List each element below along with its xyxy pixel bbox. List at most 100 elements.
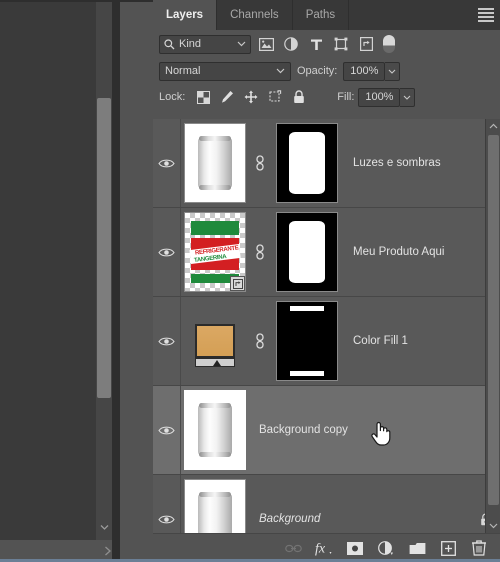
filter-enable-toggle[interactable] — [383, 35, 395, 53]
fill-label: Fill: — [337, 91, 355, 103]
table-row[interactable]: Luzes e sombras — [153, 119, 500, 208]
filter-kind-dropdown[interactable]: Kind — [159, 34, 251, 54]
opacity-input[interactable]: 100% — [343, 61, 386, 81]
scrollbar-thumb[interactable] — [488, 135, 499, 505]
tab-layers[interactable]: Layers — [153, 0, 218, 30]
table-row[interactable]: REFRIGERANTE TANGERINA Meu Produto Aqui — [153, 208, 500, 297]
scroll-up-arrow-icon[interactable] — [486, 119, 500, 133]
blend-mode-value: Normal — [165, 65, 201, 77]
photoshop-layers-panel-screen: Layers Channels Paths Kind Normal Opacit… — [0, 0, 500, 562]
table-row[interactable]: Background — [153, 475, 500, 533]
canvas-scrollbar-thumb[interactable] — [97, 98, 111, 398]
fill-stepper-chevron-icon[interactable] — [400, 87, 416, 107]
thumbnail-selection-corner — [184, 460, 194, 470]
panel-divider — [112, 0, 120, 562]
adjustment-layer-filter-icon[interactable] — [281, 34, 301, 54]
layer-name[interactable]: Background — [249, 513, 470, 525]
panel-tab-bar: Layers Channels Paths — [153, 0, 500, 30]
search-icon — [164, 38, 175, 50]
layers-panel-bottom-toolbar: fx — [153, 533, 500, 562]
lock-label: Lock: — [159, 91, 186, 103]
pixel-layer-filter-icon[interactable] — [256, 34, 276, 54]
layer-name[interactable]: Color Fill 1 — [343, 335, 500, 347]
layer-visibility-eye-icon[interactable] — [153, 386, 181, 474]
table-row[interactable]: Color Fill 1 — [153, 297, 500, 386]
gradient-slider — [195, 358, 235, 367]
filter-kind-label: Kind — [179, 38, 202, 50]
layer-mask-cell — [271, 301, 343, 381]
layer-thumbnail-cell — [181, 123, 249, 203]
layer-thumbnail[interactable] — [184, 479, 246, 533]
layer-filter-row: Kind — [153, 30, 500, 58]
layer-mask-thumbnail[interactable] — [276, 123, 338, 203]
fill-input[interactable]: 100% — [358, 87, 401, 107]
layer-style-fx-icon[interactable]: fx — [315, 539, 333, 557]
smart-object-filter-icon[interactable] — [356, 34, 376, 54]
link-layers-icon[interactable] — [284, 539, 302, 557]
mask-link-chain-icon[interactable] — [249, 155, 271, 171]
layer-visibility-eye-icon[interactable] — [153, 297, 181, 385]
new-adjustment-layer-icon[interactable] — [377, 539, 395, 557]
document-canvas-area — [0, 0, 96, 540]
can-artwork — [198, 492, 232, 533]
layer-mask-thumbnail[interactable] — [276, 212, 338, 292]
thumbnail-selection-corner — [184, 390, 194, 400]
layer-mask-cell — [271, 123, 343, 203]
lock-transparent-pixels-icon[interactable] — [193, 87, 213, 107]
layer-mask-thumbnail[interactable] — [276, 301, 338, 381]
tab-paths[interactable]: Paths — [292, 0, 350, 30]
layer-thumbnail[interactable]: REFRIGERANTE TANGERINA — [184, 212, 246, 292]
blend-mode-row: Normal Opacity: 100% — [153, 58, 500, 84]
opacity-label: Opacity: — [297, 65, 338, 77]
mask-link-chain-icon[interactable] — [249, 244, 271, 260]
layer-name[interactable]: Background copy — [249, 424, 500, 436]
thumbnail-selection-corner — [236, 390, 246, 400]
lock-image-pixels-icon[interactable] — [217, 87, 237, 107]
layers-panel: Layers Channels Paths Kind Normal Opacit… — [153, 0, 500, 562]
tab-channels[interactable]: Channels — [217, 0, 293, 30]
layer-thumbnail-cell — [181, 324, 249, 367]
mask-highlight-bar — [290, 371, 324, 376]
scroll-down-arrow-icon[interactable] — [486, 519, 500, 533]
layer-thumbnail-cell — [181, 479, 249, 533]
layer-thumbnail-cell — [181, 390, 249, 470]
table-row[interactable]: Background copy — [153, 386, 500, 475]
layer-name[interactable]: Meu Produto Aqui — [343, 246, 500, 258]
can-artwork — [198, 403, 232, 457]
layer-visibility-eye-icon[interactable] — [153, 475, 181, 533]
lock-all-icon[interactable] — [289, 87, 309, 107]
layer-list-scrollbar[interactable] — [485, 119, 500, 533]
blend-mode-dropdown[interactable]: Normal — [159, 61, 291, 81]
chevron-down-icon — [276, 68, 285, 74]
chevron-down-icon — [237, 41, 246, 47]
mask-can-shape — [289, 132, 325, 194]
delete-layer-trash-icon[interactable] — [470, 539, 488, 557]
layer-thumbnail-cell: REFRIGERANTE TANGERINA — [181, 212, 249, 292]
canvas-scroll-down-arrow[interactable] — [96, 516, 112, 538]
layer-thumbnail[interactable] — [184, 123, 246, 203]
layer-list: Luzes e sombras REFRIGERANTE TANGERINA M… — [153, 119, 500, 533]
lock-position-icon[interactable] — [241, 87, 261, 107]
opacity-stepper-chevron-icon[interactable] — [385, 61, 401, 81]
lock-row: Lock: Fill: 100% — [153, 84, 500, 110]
shape-layer-filter-icon[interactable] — [331, 34, 351, 54]
new-group-folder-icon[interactable] — [408, 539, 426, 557]
thumbnail-selection-corner — [236, 460, 246, 470]
layer-name[interactable]: Luzes e sombras — [343, 157, 500, 169]
gradient-fill-thumbnail[interactable] — [195, 324, 235, 367]
hamburger-menu-icon[interactable] — [478, 8, 494, 22]
layer-thumbnail[interactable] — [184, 390, 246, 470]
mask-can-shape — [289, 221, 325, 283]
mask-highlight-bar — [290, 306, 324, 311]
panel-left-gutter — [120, 0, 153, 562]
layer-visibility-eye-icon[interactable] — [153, 119, 181, 207]
product-label-artwork: REFRIGERANTE TANGERINA — [189, 221, 241, 283]
canvas-vertical-scrollbar[interactable] — [96, 0, 112, 540]
new-layer-icon[interactable] — [439, 539, 457, 557]
add-layer-mask-icon[interactable] — [346, 539, 364, 557]
smart-object-badge-icon — [230, 276, 245, 291]
mask-link-chain-icon[interactable] — [249, 333, 271, 349]
type-layer-filter-icon[interactable] — [306, 34, 326, 54]
lock-artboard-nesting-icon[interactable] — [265, 87, 285, 107]
layer-visibility-eye-icon[interactable] — [153, 208, 181, 296]
